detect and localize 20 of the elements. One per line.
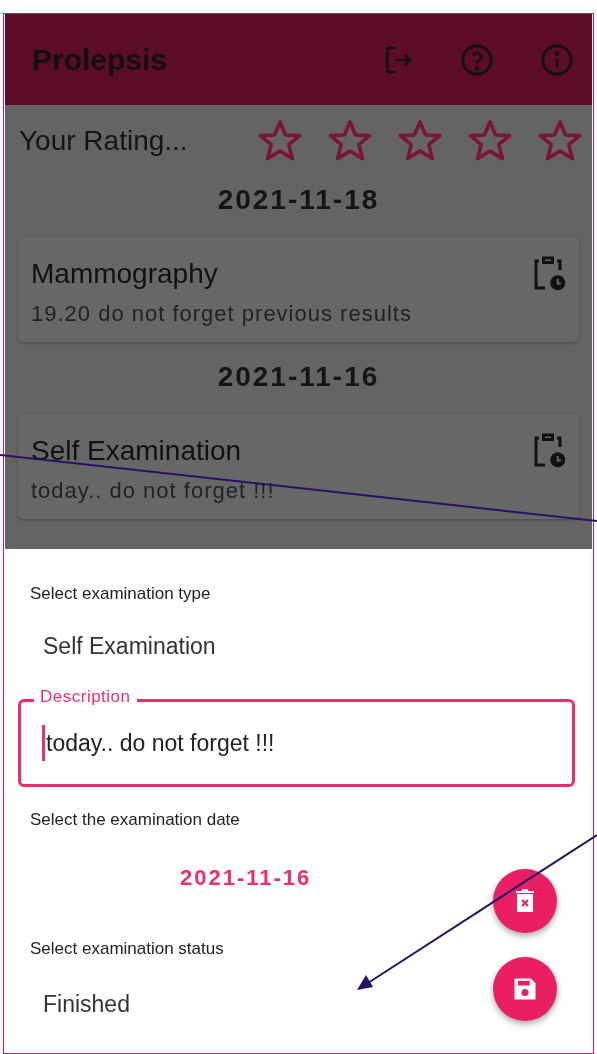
date-picker-button[interactable]: 2021-11-16: [180, 860, 312, 894]
date-heading: 2021-11-18: [217, 183, 380, 217]
trash-x-icon: [513, 887, 537, 915]
exam-title: Self Examination: [31, 434, 243, 468]
exam-note: 19.20 do not forget previous results: [31, 300, 413, 328]
status-dropdown[interactable]: Finished: [18, 987, 130, 1022]
help-icon[interactable]: [460, 42, 494, 77]
app-title: Prolepsis: [32, 42, 169, 78]
field-label: Select examination status: [29, 937, 225, 960]
date-heading: 2021-11-16: [217, 360, 380, 394]
type-dropdown[interactable]: Self Examination: [18, 628, 216, 663]
save-fab[interactable]: [493, 957, 557, 1021]
rating-label: Your Rating...: [19, 124, 189, 158]
description-value: today.. do not forget !!!: [46, 728, 275, 758]
delete-fab[interactable]: [493, 869, 557, 933]
text-cursor: [42, 725, 45, 761]
info-icon[interactable]: [540, 42, 574, 77]
field-label: Select the examination date: [29, 809, 241, 831]
field-label: Select examination type: [29, 583, 212, 605]
exam-title: Mammography: [31, 257, 219, 291]
